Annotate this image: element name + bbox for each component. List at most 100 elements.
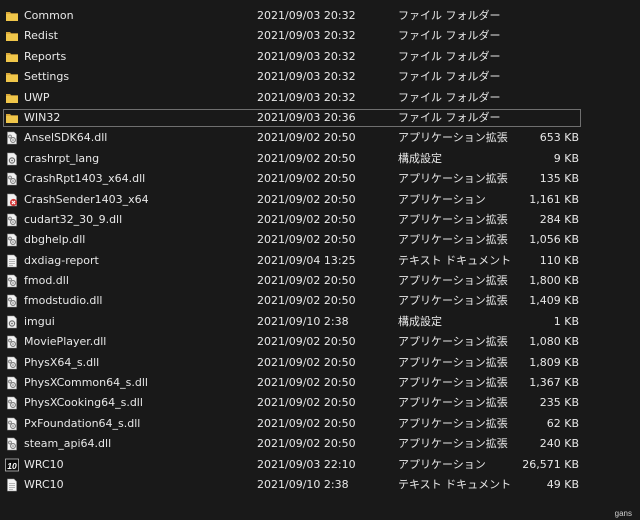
watermark: gans bbox=[614, 509, 632, 518]
file-date-modified: 2021/09/03 20:32 bbox=[257, 90, 356, 104]
file-name: PhysXCommon64_s.dll bbox=[24, 376, 148, 390]
file-date-modified: 2021/09/03 20:32 bbox=[257, 49, 356, 63]
file-type: アプリケーション拡張 bbox=[398, 355, 508, 369]
file-date-modified: 2021/09/02 20:50 bbox=[257, 396, 356, 410]
file-name: UWP bbox=[24, 90, 50, 104]
dll-icon bbox=[5, 417, 19, 431]
file-row[interactable]: fmodstudio.dll 2021/09/02 20:50 アプリケーション拡張… bbox=[0, 291, 640, 311]
config-icon bbox=[5, 315, 19, 329]
file-size: 1,080 KB bbox=[529, 335, 579, 349]
file-row[interactable]: UWP 2021/09/03 20:32 ファイル フォルダー bbox=[0, 88, 640, 108]
file-type: アプリケーション bbox=[398, 457, 486, 471]
file-date-modified: 2021/09/02 20:50 bbox=[257, 151, 356, 165]
file-row[interactable]: WIN32 2021/09/03 20:36 ファイル フォルダー bbox=[0, 108, 640, 128]
file-date-modified: 2021/09/02 20:50 bbox=[257, 212, 356, 226]
file-type: アプリケーション拡張 bbox=[398, 437, 508, 451]
file-size: 62 KB bbox=[546, 416, 579, 430]
config-icon bbox=[5, 152, 19, 166]
file-row[interactable]: CrashSender1403_x64 2021/09/02 20:50 アプリケー… bbox=[0, 190, 640, 210]
file-row[interactable]: crashrpt_lang 2021/09/02 20:50 構成設定 9 KB bbox=[0, 149, 640, 169]
dll-icon bbox=[5, 396, 19, 410]
file-row[interactable]: PhysXCooking64_s.dll 2021/09/02 20:50 アプリケ… bbox=[0, 393, 640, 413]
file-date-modified: 2021/09/02 20:50 bbox=[257, 376, 356, 390]
file-name: crashrpt_lang bbox=[24, 151, 100, 165]
file-type: アプリケーション拡張 bbox=[398, 233, 508, 247]
dll-icon bbox=[5, 131, 19, 145]
crash-app-icon bbox=[5, 193, 19, 207]
file-size: 240 KB bbox=[539, 437, 579, 451]
file-type: アプリケーション拡張 bbox=[398, 294, 508, 308]
file-size: 1 KB bbox=[553, 314, 579, 328]
file-size: 9 KB bbox=[553, 151, 579, 165]
file-name: WIN32 bbox=[24, 110, 61, 124]
file-type: ファイル フォルダー bbox=[398, 110, 501, 124]
file-name: imgui bbox=[24, 314, 55, 328]
file-type: ファイル フォルダー bbox=[398, 9, 501, 22]
file-row[interactable]: WRC10 2021/09/10 2:38 テキスト ドキュメント 49 KB bbox=[0, 475, 640, 495]
file-date-modified: 2021/09/02 20:50 bbox=[257, 233, 356, 247]
file-date-modified: 2021/09/02 20:50 bbox=[257, 294, 356, 308]
file-name: cudart32_30_9.dll bbox=[24, 212, 123, 226]
file-row[interactable]: Settings 2021/09/03 20:32 ファイル フォルダー bbox=[0, 67, 640, 87]
file-row[interactable]: Common 2021/09/03 20:32 ファイル フォルダー bbox=[0, 6, 640, 26]
text-file-icon bbox=[5, 254, 19, 268]
folder-icon bbox=[5, 50, 19, 64]
file-type: 構成設定 bbox=[398, 314, 442, 328]
file-date-modified: 2021/09/02 20:50 bbox=[257, 274, 356, 288]
file-type: ファイル フォルダー bbox=[398, 49, 501, 63]
file-date-modified: 2021/09/03 20:32 bbox=[257, 29, 356, 43]
file-size: 135 KB bbox=[539, 172, 579, 186]
file-name: WRC10 bbox=[24, 477, 64, 491]
folder-icon bbox=[5, 111, 19, 125]
file-date-modified: 2021/09/10 2:38 bbox=[257, 477, 349, 491]
svg-text:10: 10 bbox=[7, 460, 17, 470]
dll-icon bbox=[5, 294, 19, 308]
file-row[interactable]: PhysX64_s.dll 2021/09/02 20:50 アプリケーション拡張 1… bbox=[0, 353, 640, 373]
file-name: fmodstudio.dll bbox=[24, 294, 103, 308]
file-type: アプリケーション拡張 bbox=[398, 416, 508, 430]
file-size: 1,367 KB bbox=[529, 376, 579, 390]
file-row[interactable]: imgui 2021/09/10 2:38 構成設定 1 KB bbox=[0, 312, 640, 332]
file-row[interactable]: fmod.dll 2021/09/02 20:50 アプリケーション拡張 1,800 … bbox=[0, 271, 640, 291]
file-row[interactable]: PhysXCommon64_s.dll 2021/09/02 20:50 アプリケー… bbox=[0, 373, 640, 393]
file-row[interactable]: steam_api64.dll 2021/09/02 20:50 アプリケーション拡… bbox=[0, 434, 640, 454]
file-type: ファイル フォルダー bbox=[398, 90, 501, 104]
file-name: MoviePlayer.dll bbox=[24, 335, 107, 349]
file-name: Redist bbox=[24, 29, 58, 43]
file-date-modified: 2021/09/03 20:32 bbox=[257, 70, 356, 84]
dll-icon bbox=[5, 335, 19, 349]
file-name: PhysX64_s.dll bbox=[24, 355, 100, 369]
folder-icon bbox=[5, 9, 19, 23]
file-name: PhysXCooking64_s.dll bbox=[24, 396, 143, 410]
file-row[interactable]: CrashRpt1403_x64.dll 2021/09/02 20:50 アプリケ… bbox=[0, 169, 640, 189]
file-type: アプリケーション拡張 bbox=[398, 212, 508, 226]
file-type: ファイル フォルダー bbox=[398, 70, 501, 84]
file-row[interactable]: MoviePlayer.dll 2021/09/02 20:50 アプリケーション拡… bbox=[0, 332, 640, 352]
file-row[interactable]: dbghelp.dll 2021/09/02 20:50 アプリケーション拡張 1,0… bbox=[0, 230, 640, 250]
file-size: 1,409 KB bbox=[529, 294, 579, 308]
file-row[interactable]: PxFoundation64_s.dll 2021/09/02 20:50 アプリケ… bbox=[0, 414, 640, 434]
dll-icon bbox=[5, 376, 19, 390]
file-row[interactable]: dxdiag-report 2021/09/04 13:25 テキスト ドキュメント… bbox=[0, 251, 640, 271]
file-row[interactable]: 10 WRC10 2021/09/03 22:10 アプリケーション 26,571 KB bbox=[0, 455, 640, 475]
file-row[interactable]: Redist 2021/09/03 20:32 ファイル フォルダー bbox=[0, 26, 640, 46]
file-size: 1,161 KB bbox=[529, 192, 579, 206]
file-name: Settings bbox=[24, 70, 70, 84]
file-row[interactable]: Reports 2021/09/03 20:32 ファイル フォルダー bbox=[0, 47, 640, 67]
dll-icon bbox=[5, 172, 19, 186]
file-date-modified: 2021/09/02 20:50 bbox=[257, 172, 356, 186]
file-list: Common 2021/09/03 20:32 ファイル フォルダー Redist 20… bbox=[0, 6, 640, 495]
text-file-icon bbox=[5, 478, 19, 492]
file-name: steam_api64.dll bbox=[24, 437, 112, 451]
file-type: アプリケーション拡張 bbox=[398, 172, 508, 186]
file-row[interactable]: cudart32_30_9.dll 2021/09/02 20:50 アプリケーショ… bbox=[0, 210, 640, 230]
dll-icon bbox=[5, 356, 19, 370]
file-name: fmod.dll bbox=[24, 274, 69, 288]
file-date-modified: 2021/09/03 22:10 bbox=[257, 457, 356, 471]
file-size: 653 KB bbox=[539, 131, 579, 145]
file-row[interactable]: AnselSDK64.dll 2021/09/02 20:50 アプリケーション拡張… bbox=[0, 128, 640, 148]
folder-icon bbox=[5, 70, 19, 84]
file-name: Common bbox=[24, 9, 74, 22]
file-date-modified: 2021/09/02 20:50 bbox=[257, 131, 356, 145]
file-date-modified: 2021/09/10 2:38 bbox=[257, 314, 349, 328]
